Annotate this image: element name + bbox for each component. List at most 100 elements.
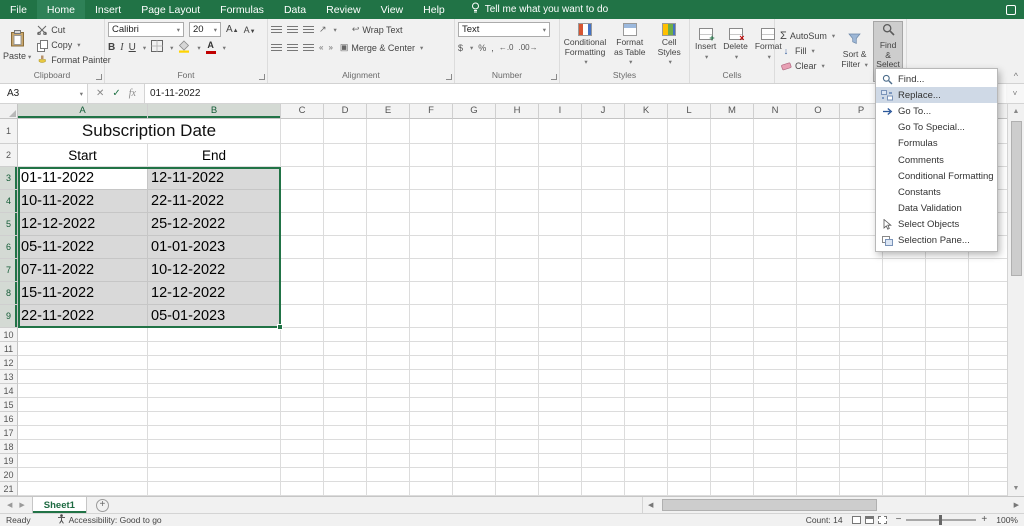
- align-right-icon[interactable]: [303, 43, 314, 52]
- cell-L11[interactable]: [668, 342, 711, 356]
- cell-C16[interactable]: [281, 412, 324, 426]
- cell-S19[interactable]: [969, 454, 1007, 468]
- menu-item-select-objects[interactable]: Select Objects: [876, 217, 997, 233]
- cell-M19[interactable]: [711, 454, 754, 468]
- cell-H20[interactable]: [496, 468, 539, 482]
- cell-M5[interactable]: [711, 213, 754, 236]
- cell-N10[interactable]: [754, 328, 797, 342]
- menu-item-data-validation[interactable]: Data Validation: [876, 201, 997, 217]
- autosum-button[interactable]: Σ AutoSum ▾: [778, 29, 836, 44]
- cell-E13[interactable]: [367, 370, 410, 384]
- column-header-E[interactable]: E: [367, 104, 410, 119]
- menu-item-conditional-formatting[interactable]: Conditional Formatting: [876, 168, 997, 184]
- cell-I3[interactable]: [539, 167, 582, 190]
- cell-N1[interactable]: [754, 119, 797, 144]
- cell-J6[interactable]: [582, 236, 625, 259]
- cell-L16[interactable]: [668, 412, 711, 426]
- cell-F1[interactable]: [410, 119, 453, 144]
- cell-O14[interactable]: [797, 384, 840, 398]
- cell-E17[interactable]: [367, 426, 410, 440]
- cell-D5[interactable]: [324, 213, 367, 236]
- number-dialog-launcher[interactable]: [551, 74, 557, 80]
- cell-S7[interactable]: [969, 259, 1007, 282]
- cell-L6[interactable]: [668, 236, 711, 259]
- cell-J1[interactable]: [582, 119, 625, 144]
- cell-A15[interactable]: [18, 398, 148, 412]
- cell-K10[interactable]: [625, 328, 668, 342]
- cell-P11[interactable]: [840, 342, 883, 356]
- cell-A4[interactable]: 10-11-2022: [18, 190, 148, 213]
- cell-G2[interactable]: [453, 144, 496, 167]
- cell-H11[interactable]: [496, 342, 539, 356]
- row-header-10[interactable]: 10: [0, 328, 18, 342]
- cell-L21[interactable]: [668, 482, 711, 496]
- cell-G14[interactable]: [453, 384, 496, 398]
- cell-O19[interactable]: [797, 454, 840, 468]
- tab-formulas[interactable]: Formulas: [210, 0, 274, 19]
- cell-N18[interactable]: [754, 440, 797, 454]
- zoom-out-icon[interactable]: −: [896, 515, 902, 525]
- cell-G5[interactable]: [453, 213, 496, 236]
- cell-F20[interactable]: [410, 468, 453, 482]
- cell-L14[interactable]: [668, 384, 711, 398]
- cell-L3[interactable]: [668, 167, 711, 190]
- cell-H1[interactable]: [496, 119, 539, 144]
- wrap-text-button[interactable]: ↩ Wrap Text: [350, 22, 405, 37]
- row-header-21[interactable]: 21: [0, 482, 18, 496]
- cell-L5[interactable]: [668, 213, 711, 236]
- cell-F5[interactable]: [410, 213, 453, 236]
- cell-E5[interactable]: [367, 213, 410, 236]
- zoom-slider-thumb[interactable]: [939, 515, 943, 525]
- cell-M6[interactable]: [711, 236, 754, 259]
- fill-color-icon[interactable]: [178, 39, 190, 56]
- cell-P18[interactable]: [840, 440, 883, 454]
- column-header-L[interactable]: L: [668, 104, 711, 119]
- column-header-F[interactable]: F: [410, 104, 453, 119]
- cell-C5[interactable]: [281, 213, 324, 236]
- cell-S14[interactable]: [969, 384, 1007, 398]
- horizontal-scrollbar[interactable]: ◀ ▶: [642, 497, 1024, 513]
- cell-D14[interactable]: [324, 384, 367, 398]
- vertical-scroll-thumb[interactable]: [1010, 121, 1022, 276]
- cell-I20[interactable]: [539, 468, 582, 482]
- cell-K5[interactable]: [625, 213, 668, 236]
- cell-N2[interactable]: [754, 144, 797, 167]
- cell-Q14[interactable]: [883, 384, 926, 398]
- cell-S15[interactable]: [969, 398, 1007, 412]
- cell-H6[interactable]: [496, 236, 539, 259]
- row-header-17[interactable]: 17: [0, 426, 18, 440]
- cell-H10[interactable]: [496, 328, 539, 342]
- cell-J11[interactable]: [582, 342, 625, 356]
- cell-D3[interactable]: [324, 167, 367, 190]
- cell-D16[interactable]: [324, 412, 367, 426]
- cell-P14[interactable]: [840, 384, 883, 398]
- cell-K15[interactable]: [625, 398, 668, 412]
- cell-H9[interactable]: [496, 305, 539, 328]
- orientation-icon[interactable]: ↗: [319, 24, 327, 35]
- cell-C11[interactable]: [281, 342, 324, 356]
- cell-P7[interactable]: [840, 259, 883, 282]
- cell-Q9[interactable]: [883, 305, 926, 328]
- cell-D4[interactable]: [324, 190, 367, 213]
- column-header-I[interactable]: I: [539, 104, 582, 119]
- cell-Q11[interactable]: [883, 342, 926, 356]
- cell-Q21[interactable]: [883, 482, 926, 496]
- cell-Q12[interactable]: [883, 356, 926, 370]
- cell-N16[interactable]: [754, 412, 797, 426]
- cell-B14[interactable]: [148, 384, 281, 398]
- cell-H3[interactable]: [496, 167, 539, 190]
- cell-F13[interactable]: [410, 370, 453, 384]
- cell-B2[interactable]: End: [148, 144, 281, 167]
- cell-K6[interactable]: [625, 236, 668, 259]
- name-box-chevron-icon[interactable]: ▾: [80, 90, 83, 98]
- column-header-H[interactable]: H: [496, 104, 539, 119]
- cell-A9[interactable]: 22-11-2022: [18, 305, 148, 328]
- column-header-O[interactable]: O: [797, 104, 840, 119]
- cell-O20[interactable]: [797, 468, 840, 482]
- cell-M21[interactable]: [711, 482, 754, 496]
- cell-C12[interactable]: [281, 356, 324, 370]
- cell-C4[interactable]: [281, 190, 324, 213]
- cell-S8[interactable]: [969, 282, 1007, 305]
- cell-C14[interactable]: [281, 384, 324, 398]
- cell-L20[interactable]: [668, 468, 711, 482]
